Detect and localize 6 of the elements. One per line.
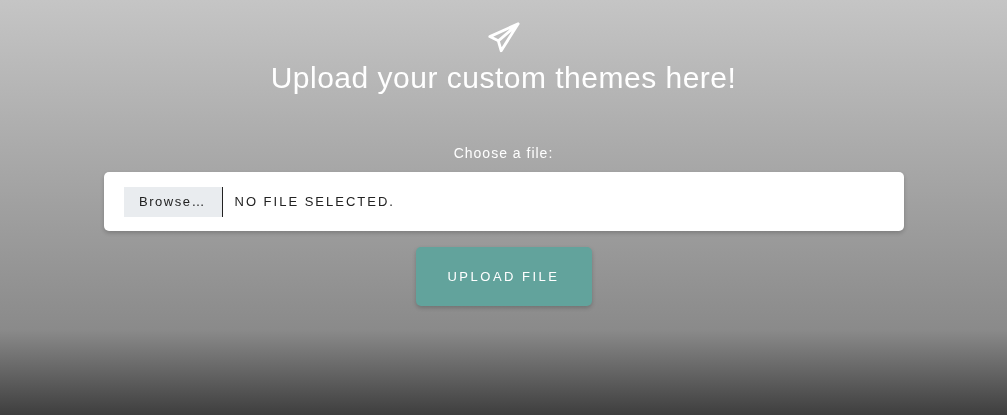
paper-plane-icon: [486, 21, 521, 55]
file-input[interactable]: Browse… NO FILE SELECTED.: [103, 172, 904, 231]
browse-button[interactable]: Browse…: [123, 186, 223, 217]
page-heading: Upload your custom themes here!: [270, 61, 737, 95]
field-label: Choose a file:: [453, 145, 554, 161]
file-status: NO FILE SELECTED.: [234, 194, 395, 209]
